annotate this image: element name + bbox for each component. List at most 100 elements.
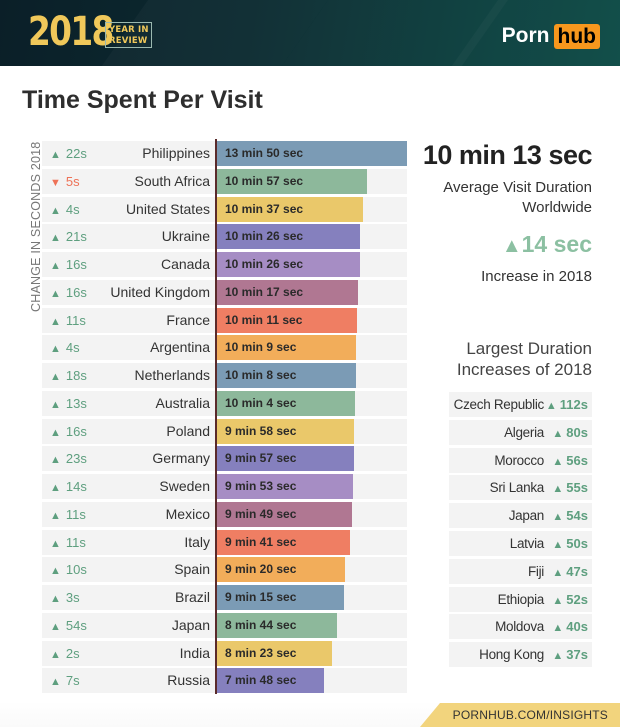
chart-row: ▲ 11s Mexico 9 min 49 sec [42, 501, 407, 527]
up-arrow-icon: ▲ [50, 398, 61, 411]
change-value: 16s [65, 257, 87, 272]
list-item: Algeria ▲ 80s [449, 419, 592, 445]
largest-increases-title: Largest Duration Increases of 2018 [392, 338, 592, 380]
chart-row: ▲ 21s Ukraine 10 min 26 sec [42, 224, 407, 251]
list-item: Sri Lanka ▲ 55s [449, 475, 592, 501]
list-item-country: Japan [508, 508, 545, 524]
change-value: 11s [65, 534, 86, 550]
up-arrow-icon: ▲ [50, 593, 61, 605]
list-item-change-value: 37s [566, 647, 588, 663]
list-item-change-value: 50s [566, 536, 588, 551]
category-label: Spain [174, 561, 210, 578]
brand-logo[interactable]: Porn hub [502, 23, 600, 49]
list-item-change-value: 54s [566, 508, 588, 524]
up-arrow-icon: ▲ [552, 622, 564, 635]
largest-increases-title-line1: Largest Duration [466, 339, 592, 358]
bar-value-label: 10 min 26 sec [225, 229, 304, 244]
list-item-change: ▲ 47s [552, 559, 588, 586]
change-value: 4s [65, 340, 80, 356]
change-value: 18s [65, 368, 87, 383]
chart-row: ▲ 11s Italy 9 min 41 sec [42, 529, 407, 555]
up-arrow-icon: ▲ [50, 426, 61, 439]
list-item-change-value: 47s [566, 563, 588, 579]
change-label: ▲ 4s [50, 335, 80, 362]
change-label: ▲ 18s [50, 363, 87, 390]
page-title: Time Spent Per Visit [22, 86, 263, 114]
up-arrow-icon: ▲ [552, 427, 564, 440]
change-label: ▲ 11s [50, 308, 86, 335]
up-arrow-icon: ▲ [545, 400, 557, 412]
up-arrow-icon: ▲ [552, 650, 564, 663]
list-item-change: ▲ 54s [552, 503, 588, 530]
list-item-change: ▲ 56s [552, 448, 588, 475]
up-arrow-icon: ▲ [50, 648, 61, 661]
change-label: ▲ 22s [50, 141, 87, 168]
largest-increases-title-line2: Increases of 2018 [456, 360, 592, 379]
chart-row: ▲ 16s Poland 9 min 58 sec [42, 418, 407, 446]
bar-value-label: 9 min 57 sec [225, 451, 297, 466]
list-item: Japan ▲ 54s [449, 503, 592, 530]
list-item-country: Morocco [494, 452, 544, 468]
up-arrow-icon: ▲ [552, 566, 564, 579]
bar-value-label: 10 min 8 sec [225, 368, 297, 382]
category-label: Japan [171, 616, 210, 633]
bar-value-label: 10 min 26 sec [225, 257, 304, 271]
average-duration-label: Average Visit Duration Worldwide [392, 178, 592, 218]
list-item-change: ▲ 37s [552, 642, 588, 669]
list-item-country: Czech Republic [453, 397, 545, 412]
change-label: ▲ 10s [50, 557, 87, 584]
bar-value-label: 9 min 58 sec [225, 423, 297, 438]
up-arrow-icon: ▲ [552, 455, 564, 468]
category-label: Sweden [159, 478, 210, 494]
bar-value-label: 9 min 20 sec [225, 562, 297, 577]
up-arrow-icon: ▲ [50, 343, 61, 356]
list-item-country: Fiji [527, 563, 544, 579]
category-label: Netherlands [134, 367, 211, 383]
chart-row: ▲ 2s India 8 min 23 sec [42, 640, 407, 666]
list-item: Moldova ▲ 40s [449, 614, 592, 640]
footer-banner: PORNHUB.COM/INSIGHTS [420, 703, 620, 727]
category-label: Australia [155, 394, 210, 411]
change-value: 5s [65, 173, 80, 189]
list-item: Ethiopia ▲ 52s [449, 586, 592, 614]
change-value: 11s [65, 312, 86, 328]
list-item: Fiji ▲ 47s [449, 558, 592, 586]
category-label: United States [125, 200, 210, 217]
up-arrow-icon: ▲ [50, 565, 61, 578]
list-item-change: ▲ 52s [552, 587, 588, 614]
bar-value-label: 13 min 50 sec [225, 146, 304, 160]
change-value: 14s [65, 479, 87, 494]
up-arrow-icon: ▲ [50, 287, 61, 300]
chart-row: ▲ 10s Spain 9 min 20 sec [42, 557, 407, 584]
chart-row: ▲ 13s Australia 10 min 4 sec [42, 390, 407, 416]
footer-link[interactable]: PORNHUB.COM/INSIGHTS [453, 708, 608, 722]
bar-value-label: 8 min 23 sec [225, 645, 297, 660]
change-label: ▲ 21s [50, 224, 87, 251]
bar-value-label: 7 min 48 sec [225, 673, 297, 688]
up-arrow-icon: ▲ [501, 235, 522, 257]
bar-value-label: 9 min 49 sec [225, 506, 297, 521]
category-label: South Africa [134, 172, 211, 189]
chart-row: ▲ 54s Japan 8 min 44 sec [42, 612, 407, 640]
change-value: 21s [65, 229, 87, 245]
brand-logo-text: Porn [501, 24, 550, 47]
up-arrow-icon: ▲ [50, 260, 61, 272]
change-value: 7s [65, 673, 80, 689]
list-item-country: Hong Kong [479, 647, 544, 663]
category-label: United Kingdom [110, 283, 210, 300]
up-arrow-icon: ▲ [50, 509, 61, 522]
list-item: Latvia ▲ 50s [449, 531, 592, 556]
category-label: Poland [166, 422, 210, 439]
chart-row: ▲ 7s Russia 7 min 48 sec [42, 668, 407, 694]
bar-value-label: 10 min 9 sec [225, 340, 297, 355]
change-label: ▲ 16s [50, 252, 87, 279]
change-value: 3s [65, 590, 80, 605]
chart-row: ▲ 16s Canada 10 min 26 sec [42, 252, 407, 277]
up-arrow-icon: ▲ [50, 620, 61, 633]
list-item-change-value: 52s [566, 591, 588, 607]
list-item-country: Sri Lanka [489, 480, 545, 496]
change-label: ▲ 54s [50, 613, 87, 640]
change-label: ▲ 16s [50, 419, 87, 446]
change-value: 10s [65, 562, 87, 578]
up-arrow-icon: ▲ [552, 511, 564, 524]
